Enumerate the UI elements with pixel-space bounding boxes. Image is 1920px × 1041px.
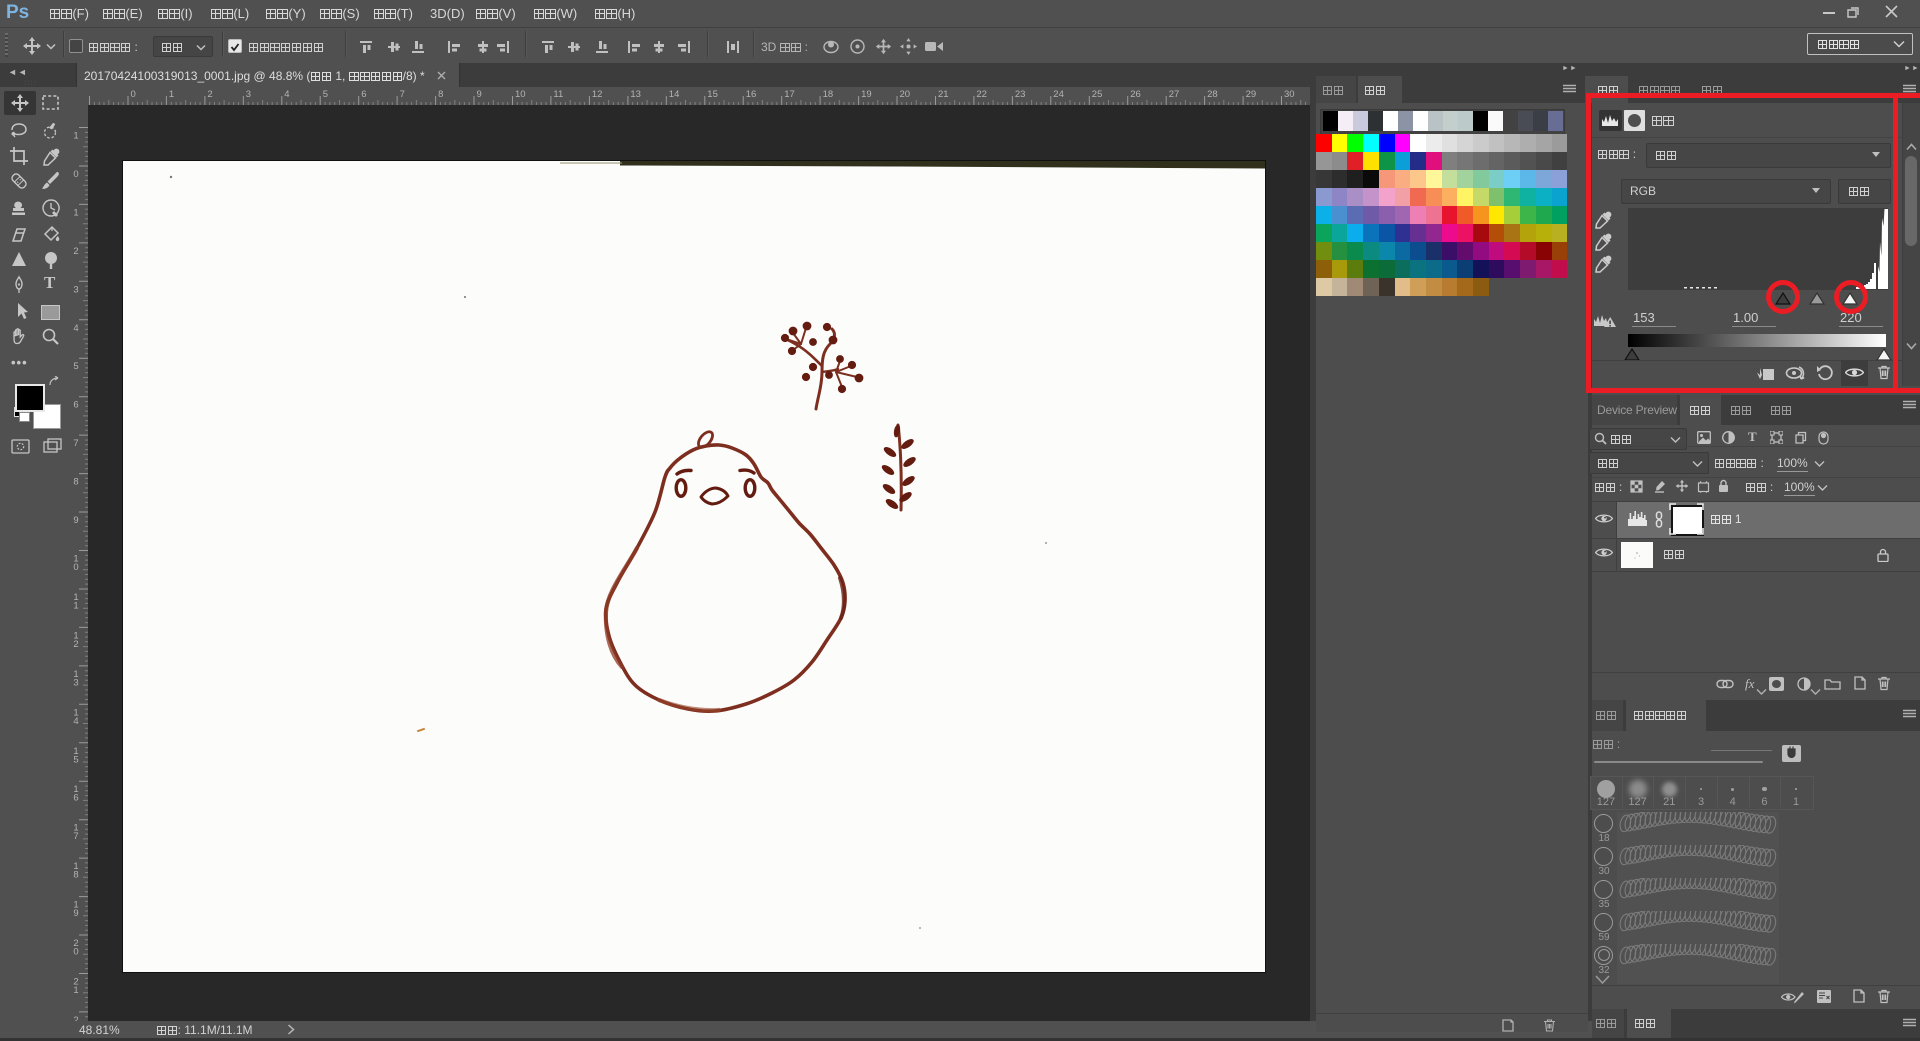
svg-text:24: 24	[1053, 89, 1064, 100]
svg-text:7: 7	[400, 89, 405, 100]
svg-text:4: 4	[284, 89, 289, 100]
svg-text:6: 6	[73, 793, 78, 804]
svg-text:1: 1	[169, 89, 174, 100]
svg-text:12: 12	[592, 89, 603, 100]
svg-text:19: 19	[861, 89, 872, 100]
svg-text:5: 5	[73, 754, 78, 765]
svg-text:6: 6	[73, 400, 78, 411]
svg-text:8: 8	[438, 89, 443, 100]
svg-text:25: 25	[1092, 89, 1103, 100]
svg-text:3: 3	[246, 89, 251, 100]
svg-text:17: 17	[784, 89, 795, 100]
svg-text:21: 21	[938, 89, 949, 100]
svg-text:3: 3	[73, 284, 78, 295]
svg-text:5: 5	[73, 361, 78, 372]
svg-text:15: 15	[707, 89, 718, 100]
svg-text:7: 7	[73, 438, 78, 449]
svg-text:16: 16	[746, 89, 757, 100]
svg-text:10: 10	[515, 89, 526, 100]
svg-text:8: 8	[73, 477, 78, 488]
svg-text:26: 26	[1130, 89, 1141, 100]
svg-text:22: 22	[976, 89, 987, 100]
svg-text:5: 5	[323, 89, 328, 100]
svg-text:9: 9	[477, 89, 482, 100]
svg-text:0: 0	[131, 89, 136, 100]
svg-text:29: 29	[1246, 89, 1257, 100]
svg-text:4: 4	[73, 716, 78, 727]
svg-text:2: 2	[73, 246, 78, 257]
svg-text:14: 14	[669, 89, 680, 100]
svg-text:1: 1	[73, 207, 78, 218]
svg-text:8: 8	[73, 870, 78, 881]
svg-text:11: 11	[553, 89, 563, 100]
svg-text:28: 28	[1207, 89, 1218, 100]
svg-text:3: 3	[73, 677, 78, 688]
svg-text:1: 1	[73, 601, 78, 612]
svg-text:18: 18	[823, 89, 834, 100]
svg-text:27: 27	[1169, 89, 1180, 100]
svg-text:9: 9	[73, 515, 78, 526]
svg-text:13: 13	[630, 89, 641, 100]
svg-text:1: 1	[73, 985, 78, 996]
svg-text:2: 2	[73, 639, 78, 650]
svg-text:1: 1	[73, 131, 78, 142]
svg-text:0: 0	[73, 947, 78, 958]
svg-text:20: 20	[900, 89, 911, 100]
svg-text:0: 0	[73, 169, 78, 180]
svg-text:7: 7	[73, 831, 78, 842]
svg-text:0: 0	[73, 562, 78, 573]
svg-text:23: 23	[1015, 89, 1026, 100]
svg-text:30: 30	[1284, 89, 1295, 100]
svg-text:6: 6	[361, 89, 366, 100]
svg-text:2: 2	[207, 89, 212, 100]
svg-text:4: 4	[73, 323, 78, 334]
svg-text:9: 9	[73, 908, 78, 919]
